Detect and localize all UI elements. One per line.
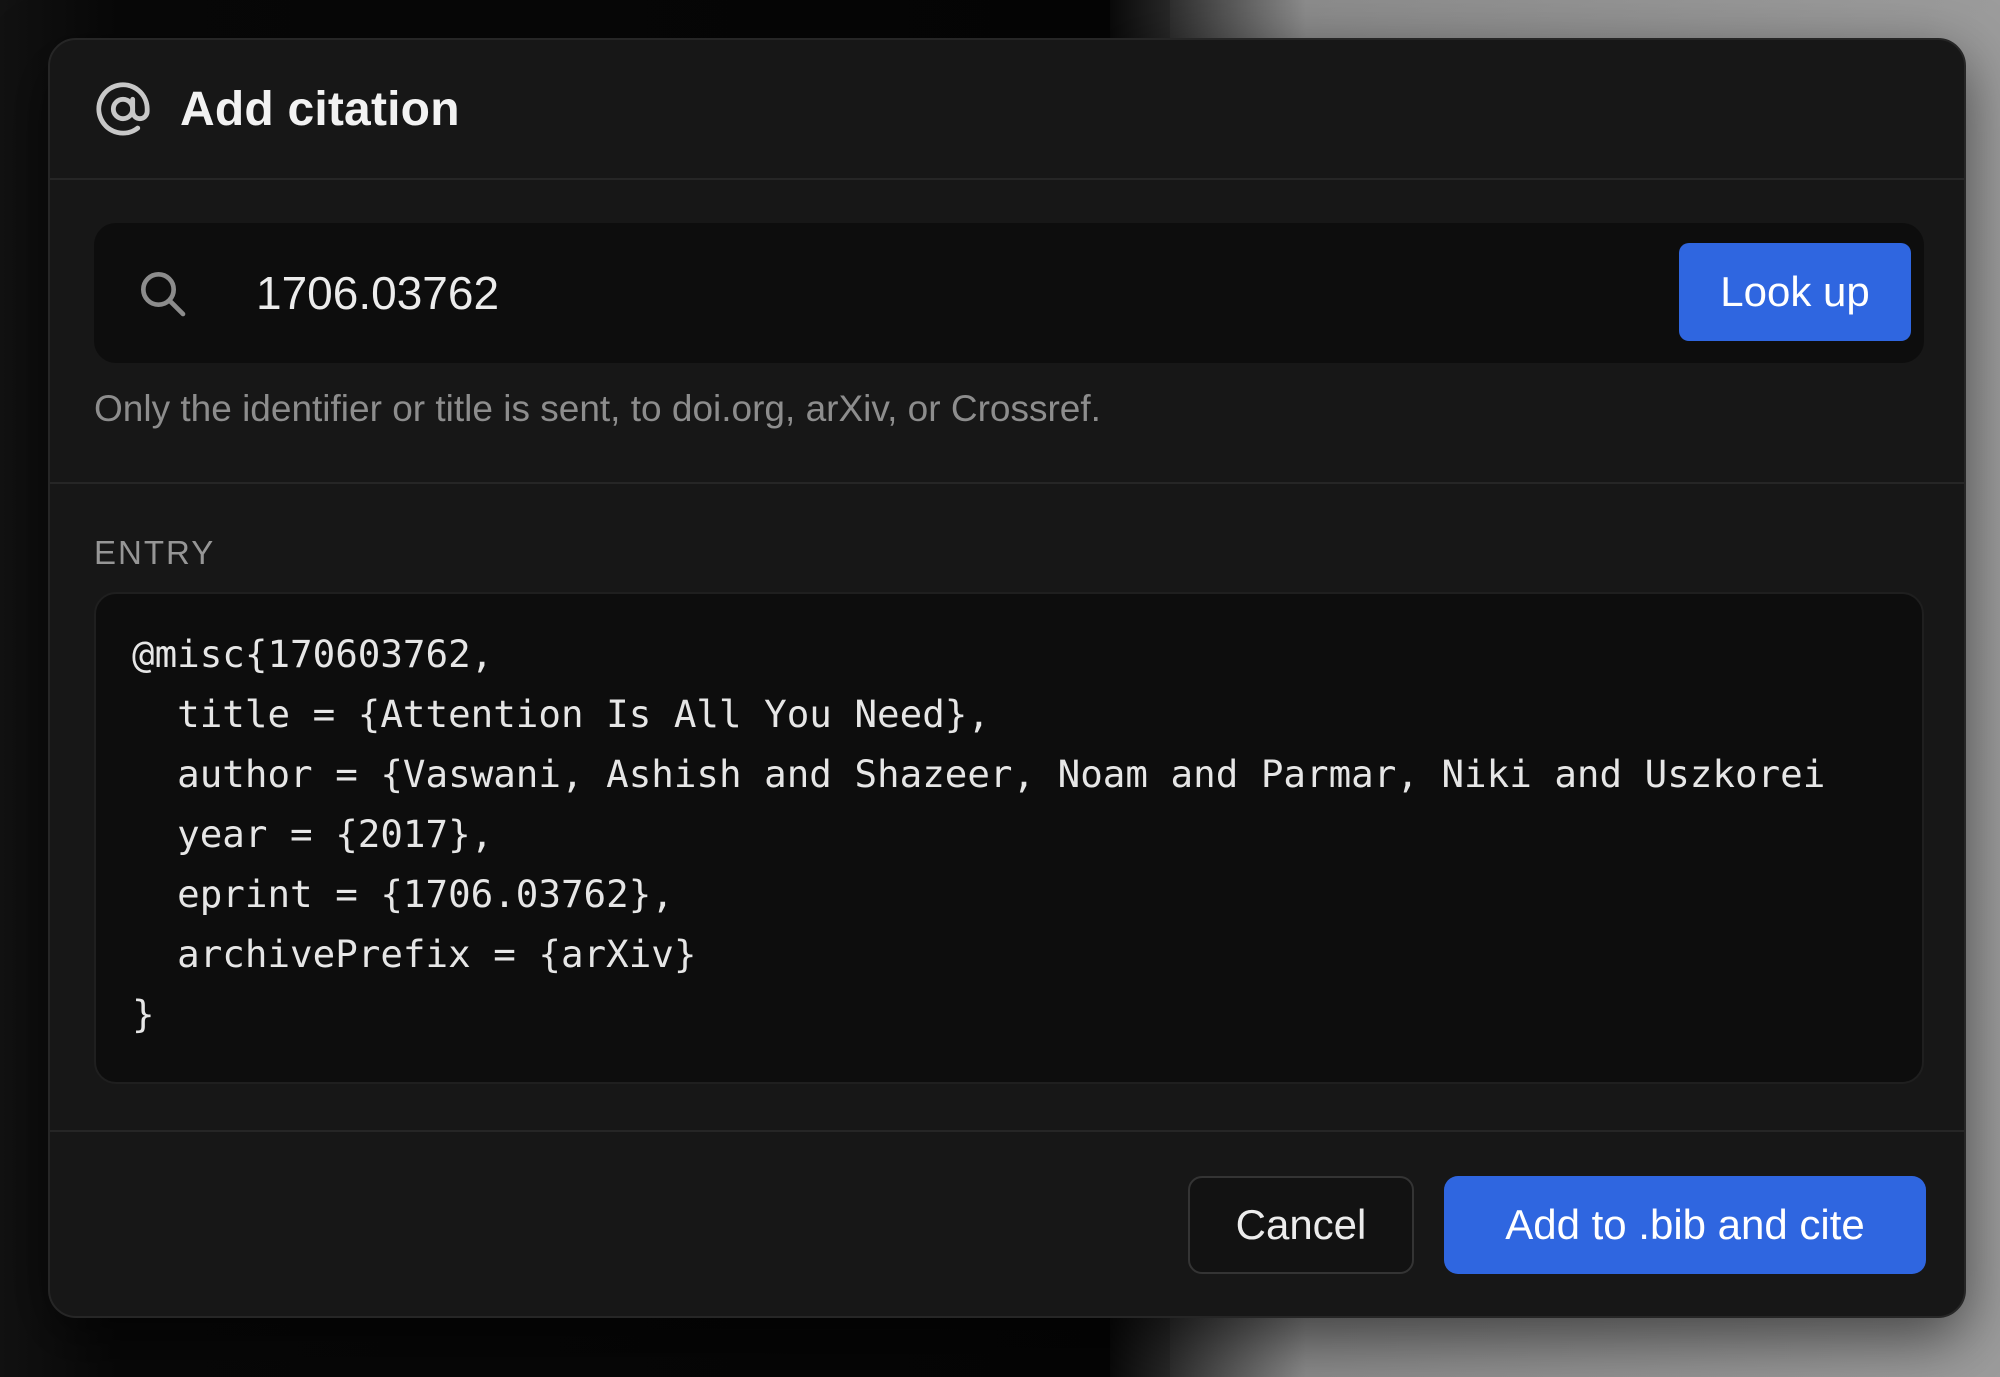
lookup-section: Look up Only the identifier or title is … (50, 180, 1964, 484)
dialog-header: Add citation (50, 40, 1964, 180)
bibtex-line: @misc{170603762, (132, 632, 494, 676)
look-up-button[interactable]: Look up (1679, 243, 1911, 341)
citation-search-box: Look up (94, 223, 1924, 363)
bibtex-line: author = {Vaswani, Ashish and Shazeer, N… (132, 752, 1826, 796)
bibtex-entry-text[interactable]: @misc{170603762, title = {Attention Is A… (132, 624, 1825, 1044)
cancel-button[interactable]: Cancel (1188, 1176, 1414, 1274)
bibtex-line: year = {2017}, (132, 812, 494, 856)
search-icon (134, 265, 190, 321)
bibtex-line: title = {Attention Is All You Need}, (132, 692, 990, 736)
add-citation-dialog: Add citation Look up Only the identifier… (48, 38, 1966, 1318)
citation-search-input[interactable] (256, 251, 1356, 335)
add-to-bib-and-cite-button[interactable]: Add to .bib and cite (1444, 1176, 1926, 1274)
entry-label: ENTRY (94, 534, 216, 571)
entry-section: ENTRY @misc{170603762, title = {Attentio… (50, 484, 1964, 1132)
bibtex-line: } (132, 992, 155, 1036)
lookup-helper-text: Only the identifier or title is sent, to… (94, 388, 1101, 429)
bibtex-entry-editor[interactable]: @misc{170603762, title = {Attention Is A… (94, 592, 1924, 1084)
bibtex-line: eprint = {1706.03762}, (132, 872, 674, 916)
bibtex-line: archivePrefix = {arXiv} (132, 932, 697, 976)
at-icon (94, 80, 152, 138)
dialog-title: Add citation (180, 82, 460, 136)
dialog-footer: Cancel Add to .bib and cite (50, 1132, 1964, 1316)
